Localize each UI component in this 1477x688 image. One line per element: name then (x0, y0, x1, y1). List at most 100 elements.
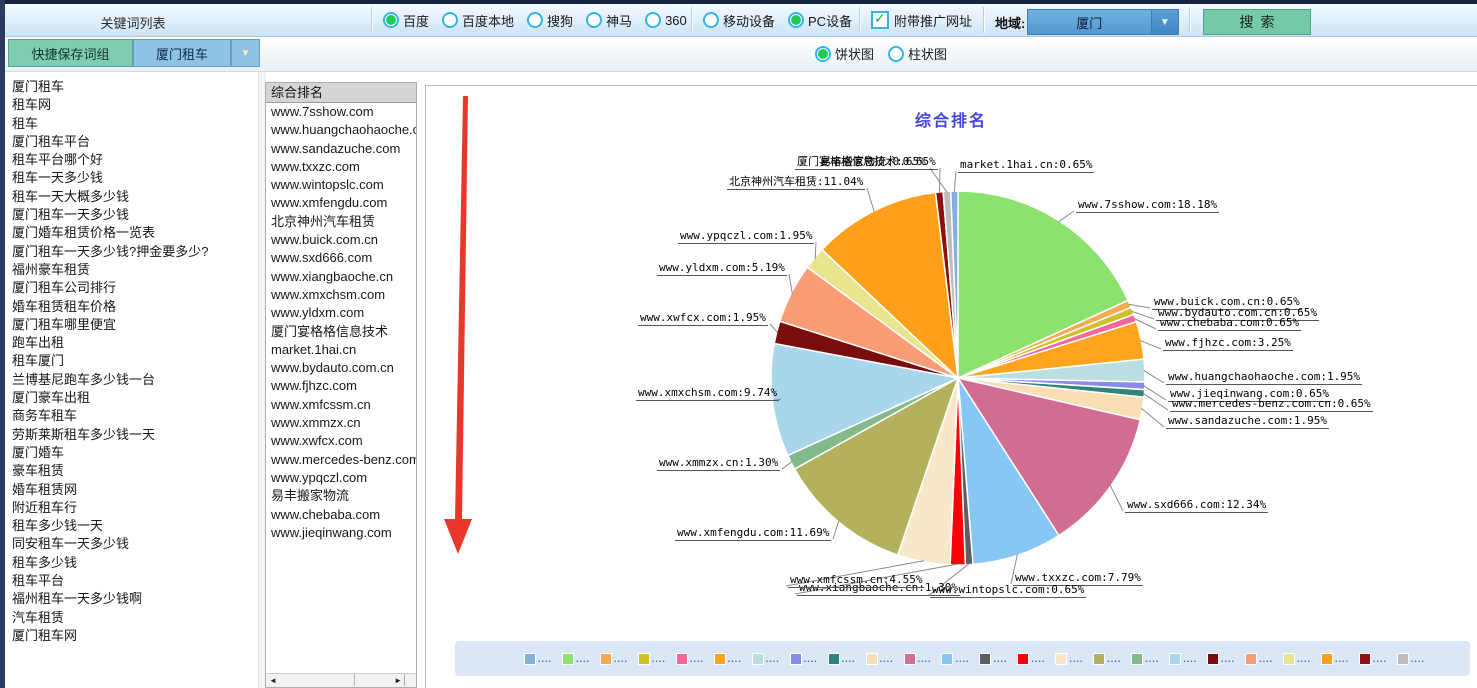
search-button[interactable]: 搜索 (1203, 9, 1311, 35)
legend-item[interactable]: .... (639, 654, 666, 664)
legend-item[interactable]: .... (980, 654, 1007, 664)
keyword-item[interactable]: 跑车出租 (5, 334, 258, 352)
keyword-item[interactable]: 租车多少钱 (5, 554, 258, 572)
legend-item[interactable]: .... (1398, 654, 1425, 664)
ranking-item[interactable]: www.sandazuche.com (266, 140, 416, 158)
legend-item[interactable]: .... (867, 654, 894, 664)
legend-item[interactable]: .... (1208, 654, 1235, 664)
keyword-item[interactable]: 附近租车行 (5, 499, 258, 517)
scroll-left-icon[interactable]: ◄ (269, 675, 277, 686)
ranking-item[interactable]: www.xwfcx.com (266, 432, 416, 450)
keyword-item[interactable]: 厦门婚车 (5, 444, 258, 462)
ranking-item[interactable]: 厦门宴格格信息技术 (266, 323, 416, 341)
keyword-item[interactable]: 租车一天大概多少钱 (5, 188, 258, 206)
keyword-item[interactable]: 租车一天多少钱 (5, 169, 258, 187)
keyword-item[interactable]: 同安租车一天多少钱 (5, 535, 258, 553)
device-radio-PC设备[interactable]: PC设备 (788, 11, 852, 30)
legend-item[interactable]: .... (1246, 654, 1273, 664)
ranking-item[interactable]: www.7sshow.com (266, 103, 416, 121)
ranking-item[interactable]: www.xmfcssm.cn (266, 396, 416, 414)
search-engine-radio-搜狗[interactable]: 搜狗 (527, 11, 573, 30)
legend-item[interactable]: .... (1132, 654, 1159, 664)
keyword-item[interactable]: 厦门婚车租赁价格一览表 (5, 224, 258, 242)
keyword-item[interactable]: 福州豪车租赁 (5, 261, 258, 279)
ranking-item[interactable]: www.sxd666.com (266, 249, 416, 267)
keyword-item[interactable]: 厦门租车公司排行 (5, 279, 258, 297)
search-engine-radio-神马[interactable]: 神马 (586, 11, 632, 30)
ranking-item[interactable]: www.xmmzx.cn (266, 414, 416, 432)
keyword-item[interactable]: 厦门租车哪里便宜 (5, 316, 258, 334)
legend-item[interactable]: .... (1018, 654, 1045, 664)
legend-item[interactable]: .... (677, 654, 704, 664)
region-dropdown-value[interactable]: 厦门 (1027, 9, 1152, 35)
keyword-item[interactable]: 婚车租赁租车价格 (5, 298, 258, 316)
phrase-dropdown-button[interactable]: ▼ (231, 39, 260, 67)
legend-item[interactable]: .... (525, 654, 552, 664)
legend-item[interactable]: .... (1056, 654, 1083, 664)
region-dropdown-arrow-button[interactable]: ▼ (1152, 9, 1179, 35)
search-engine-radio-百度[interactable]: 百度 (383, 11, 429, 30)
keyword-item[interactable]: 租车厦门 (5, 352, 258, 370)
ranking-item[interactable]: www.jieqinwang.com (266, 524, 416, 542)
keyword-item[interactable]: 厦门租车一天多少钱?押金要多少? (5, 243, 258, 261)
ranking-item[interactable]: www.huangchaohaoche.com (266, 121, 416, 139)
ranking-item[interactable]: www.ypqczl.com (266, 469, 416, 487)
quick-save-phrases-button[interactable]: 快捷保存词组 (8, 39, 133, 67)
search-engine-radio-百度本地[interactable]: 百度本地 (442, 11, 514, 30)
ranking-item[interactable]: www.wintopslc.com (266, 176, 416, 194)
legend-item[interactable]: .... (829, 654, 856, 664)
keyword-item[interactable]: 婚车租赁网 (5, 481, 258, 499)
ranking-horizontal-scrollbar[interactable]: ◄ ► (266, 673, 416, 687)
legend-item[interactable]: .... (1094, 654, 1121, 664)
legend-item[interactable]: .... (1284, 654, 1311, 664)
legend-item[interactable]: .... (905, 654, 932, 664)
scroll-right-icon[interactable]: ► (394, 675, 402, 686)
keyword-item[interactable]: 租车 (5, 115, 258, 133)
ranking-item[interactable]: www.fjhzc.com (266, 377, 416, 395)
chart-type-radio-饼状图[interactable]: 饼状图 (815, 44, 874, 63)
ranking-item[interactable]: www.xiangbaoche.cn (266, 268, 416, 286)
keyword-item[interactable]: 租车网 (5, 96, 258, 114)
keyword-item[interactable]: 厦门租车一天多少钱 (5, 206, 258, 224)
legend-item[interactable]: .... (715, 654, 742, 664)
legend-item[interactable]: .... (942, 654, 969, 664)
ranking-item[interactable]: www.buick.com.cn (266, 231, 416, 249)
keyword-item[interactable]: 商务车租车 (5, 407, 258, 425)
ranking-item[interactable]: 易丰搬家物流 (266, 487, 416, 505)
keyword-item[interactable]: 劳斯莱斯租车多少钱一天 (5, 426, 258, 444)
device-radio-移动设备[interactable]: 移动设备 (703, 11, 775, 30)
keyword-item[interactable]: 豪车租赁 (5, 462, 258, 480)
ranking-item[interactable]: www.chebaba.com (266, 506, 416, 524)
legend-item[interactable]: .... (791, 654, 818, 664)
legend-item[interactable]: .... (1170, 654, 1197, 664)
search-engine-radio-360[interactable]: 360 (645, 12, 687, 28)
keyword-item[interactable]: 厦门租车网 (5, 627, 258, 645)
region-dropdown[interactable]: 厦门 ▼ (1027, 9, 1179, 33)
ranking-item[interactable]: www.bydauto.com.cn (266, 359, 416, 377)
keyword-item[interactable]: 厦门租车平台 (5, 133, 258, 151)
legend-item[interactable]: .... (753, 654, 780, 664)
keyword-item[interactable]: 厦门租车 (5, 78, 258, 96)
ranking-item[interactable]: www.mercedes-benz.com.cn (266, 451, 416, 469)
legend-item[interactable]: .... (1360, 654, 1387, 664)
keyword-item[interactable]: 福州租车一天多少钱啊 (5, 590, 258, 608)
scrollbar-thumb[interactable] (354, 674, 355, 686)
keyword-item[interactable]: 兰博基尼跑车多少钱一台 (5, 371, 258, 389)
keyword-item[interactable]: 租车多少钱一天 (5, 517, 258, 535)
ranking-item[interactable]: www.xmfengdu.com (266, 194, 416, 212)
keyword-item[interactable]: 汽车租赁 (5, 609, 258, 627)
promo-url-checkbox[interactable]: ✓ 附带推广网址 (871, 4, 972, 36)
ranking-item[interactable]: market.1hai.cn (266, 341, 416, 359)
keyword-item[interactable]: 租车平台 (5, 572, 258, 590)
ranking-item[interactable]: www.yldxm.com (266, 304, 416, 322)
chart-type-radio-柱状图[interactable]: 柱状图 (888, 44, 947, 63)
ranking-item[interactable]: www.txxzc.com (266, 158, 416, 176)
ranking-item[interactable]: 北京神州汽车租赁 (266, 213, 416, 231)
ranking-item[interactable]: www.xmxchsm.com (266, 286, 416, 304)
phrase-button[interactable]: 厦门租车 (133, 39, 231, 67)
keyword-item[interactable]: 租车平台哪个好 (5, 151, 258, 169)
legend-item[interactable]: .... (563, 654, 590, 664)
keyword-item[interactable]: 厦门豪车出租 (5, 389, 258, 407)
legend-item[interactable]: .... (1322, 654, 1349, 664)
legend-item[interactable]: .... (601, 654, 628, 664)
